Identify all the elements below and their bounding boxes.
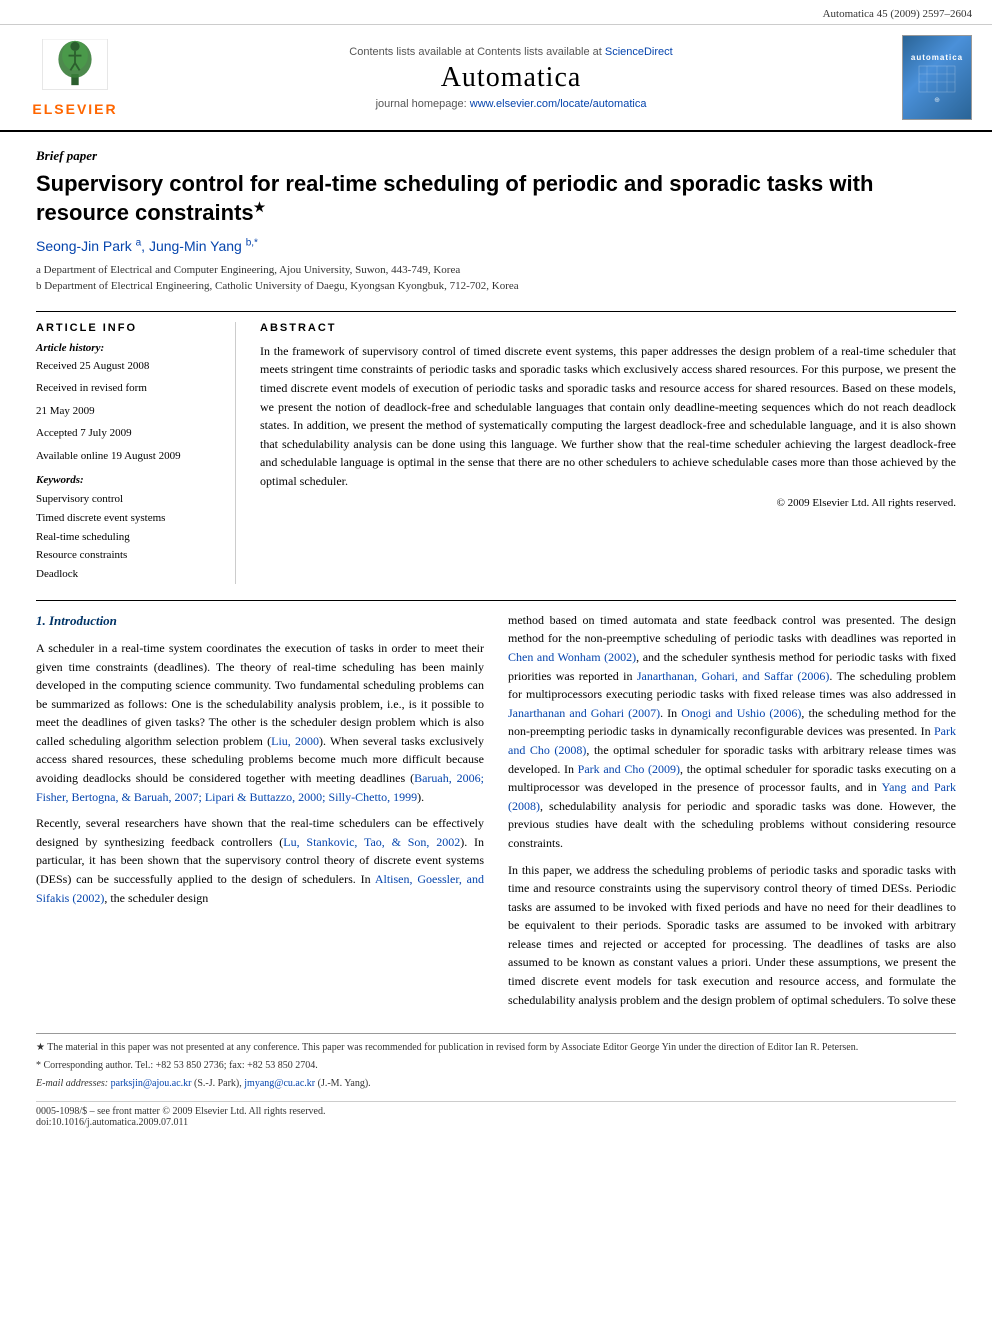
journal-ref: Automatica 45 (2009) 2597–2604 — [823, 8, 972, 20]
accepted-date: Accepted 7 July 2009 — [36, 425, 219, 442]
page-container: Automatica 45 (2009) 2597–2604 ELSEVIER — [0, 0, 992, 1148]
journal-url[interactable]: www.elsevier.com/locate/automatica — [470, 98, 647, 110]
intro-para-1: A scheduler in a real-time system coordi… — [36, 639, 484, 806]
affiliation-b: b Department of Electrical Engineering, … — [36, 278, 956, 295]
corresponding-footnote: * Corresponding author. Tel.: +82 53 850… — [36, 1058, 956, 1073]
abstract-paragraph: In the framework of supervisory control … — [260, 342, 956, 491]
issn-section: 0005-1098/$ – see front matter © 2009 El… — [36, 1101, 956, 1128]
journal-homepage: journal homepage: www.elsevier.com/locat… — [130, 98, 892, 110]
received-revised-label: Received in revised form — [36, 380, 219, 397]
affiliations: a Department of Electrical and Computer … — [36, 262, 956, 295]
intro-heading: 1. Introduction — [36, 611, 484, 631]
introduction-section: 1. Introduction A scheduler in a real-ti… — [36, 600, 956, 1017]
journal-metadata: Automatica 45 (2009) 2597–2604 — [0, 0, 992, 25]
intro-body-right: method based on timed automata and state… — [508, 611, 956, 1009]
abstract-text: In the framework of supervisory control … — [260, 342, 956, 491]
email-1[interactable]: parksjin@ajou.ac.kr — [111, 1078, 192, 1089]
elsevier-brand-text: ELSEVIER — [32, 101, 117, 117]
journal-title: Automatica — [130, 62, 892, 94]
article-info-column: ARTICLE INFO Article history: Received 2… — [36, 322, 236, 584]
affiliation-a: a Department of Electrical and Computer … — [36, 262, 956, 279]
article-history: Article history: Received 25 August 2008… — [36, 342, 219, 465]
computing-word: computing — [120, 678, 171, 692]
article-title: Supervisory control for real-time schedu… — [36, 170, 956, 227]
intro-para-3: method based on timed automata and state… — [508, 611, 956, 853]
keyword-1: Supervisory controlTimed discrete event … — [36, 490, 219, 583]
intro-para-4: In this paper, we address the scheduling… — [508, 861, 956, 1010]
journal-cover-thumbnail: automatica ⊕ — [892, 35, 972, 120]
intro-body-left: A scheduler in a real-time system coordi… — [36, 639, 484, 907]
history-label: Article history: — [36, 342, 219, 354]
received-date: Received 25 August 2008 — [36, 358, 219, 375]
body-column-left: 1. Introduction A scheduler in a real-ti… — [36, 611, 484, 1017]
keywords-label: Keywords: — [36, 474, 219, 486]
star-footnote: ★ The material in this paper was not pre… — [36, 1040, 956, 1055]
footnotes-area: ★ The material in this paper was not pre… — [36, 1033, 956, 1091]
cover-decoration-icon — [917, 64, 957, 94]
elsevier-tree-icon — [35, 39, 115, 99]
available-date: Available online 19 August 2009 — [36, 448, 219, 465]
copyright-line: © 2009 Elsevier Ltd. All rights reserved… — [260, 497, 956, 509]
body-column-right: method based on timed automata and state… — [508, 611, 956, 1017]
author-names: Seong-Jin Park a, Jung-Min Yang b,* — [36, 238, 258, 254]
cover-image: automatica ⊕ — [902, 35, 972, 120]
email-footnote: E-mail addresses: parksjin@ajou.ac.kr (S… — [36, 1076, 956, 1091]
authors: Seong-Jin Park a, Jung-Min Yang b,* — [36, 237, 956, 254]
journal-header: ELSEVIER Contents lists available at Con… — [0, 25, 992, 132]
article-info-label: ARTICLE INFO — [36, 322, 219, 334]
revised-date: 21 May 2009 — [36, 403, 219, 420]
elsevier-logo: ELSEVIER — [20, 39, 130, 117]
abstract-label: ABSTRACT — [260, 322, 956, 334]
intro-para-2: Recently, several researchers have shown… — [36, 814, 484, 907]
contents-available-line: Contents lists available at Contents lis… — [130, 46, 892, 58]
abstract-column: ABSTRACT In the framework of supervisory… — [260, 322, 956, 584]
doi-text: doi:10.1016/j.automatica.2009.07.011 — [36, 1117, 188, 1128]
main-content: Brief paper Supervisory control for real… — [0, 132, 992, 1148]
email-2[interactable]: jmyang@cu.ac.kr — [244, 1078, 315, 1089]
journal-center: Contents lists available at Contents lis… — [130, 46, 892, 110]
keywords-section: Keywords: Supervisory controlTimed discr… — [36, 474, 219, 583]
issn-text: 0005-1098/$ – see front matter © 2009 El… — [36, 1106, 325, 1117]
article-type-label: Brief paper — [36, 148, 956, 164]
cover-title-text: automatica — [909, 51, 965, 64]
article-info-abstract-section: ARTICLE INFO Article history: Received 2… — [36, 311, 956, 584]
cover-symbol: ⊕ — [934, 96, 940, 104]
